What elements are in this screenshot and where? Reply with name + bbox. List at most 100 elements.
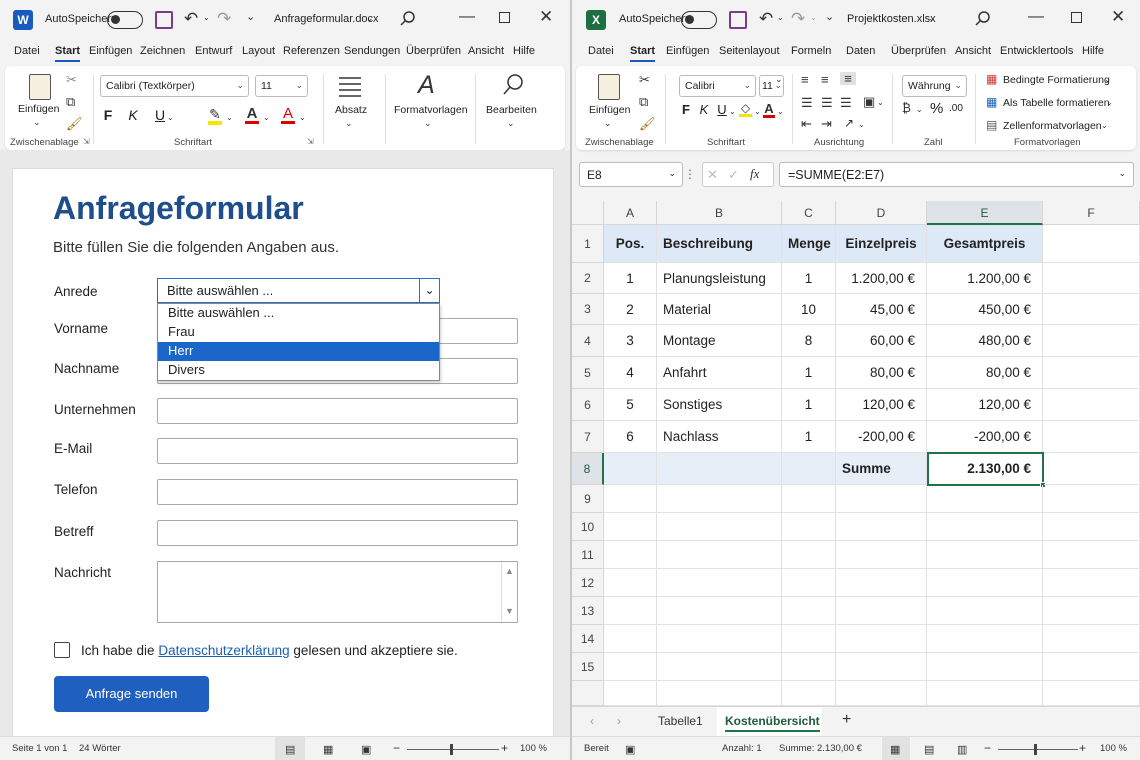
undo-icon[interactable]: ↶	[759, 10, 773, 27]
table-cell[interactable]: 10	[782, 294, 836, 325]
chevron-down-icon[interactable]: ⌄	[1101, 122, 1108, 130]
search-icon[interactable]	[502, 73, 524, 97]
chevron-down-icon[interactable]: ⌄	[1106, 99, 1113, 107]
empty-cell[interactable]	[1043, 569, 1140, 597]
menu-start[interactable]: Start	[630, 45, 656, 62]
word-autosave-toggle[interactable]	[107, 11, 143, 29]
search-icon[interactable]	[400, 11, 416, 27]
fill-color-dropdown-icon[interactable]: ⌄	[754, 108, 761, 116]
header-cell-menge[interactable]: Menge	[782, 225, 836, 263]
nachricht-textarea[interactable]: ▲ ▼	[157, 561, 518, 623]
menu-entwurf[interactable]: Entwurf	[195, 45, 232, 57]
empty-cell[interactable]	[927, 681, 1043, 706]
empty-cell[interactable]	[836, 513, 927, 541]
save-icon[interactable]	[729, 11, 747, 29]
bold-button[interactable]: F	[99, 107, 117, 123]
table-cell[interactable]: 120,00 €	[836, 389, 927, 421]
menu-ueberpruefen[interactable]: Überprüfen	[891, 45, 946, 57]
zoom-in-icon[interactable]: +	[1079, 741, 1086, 755]
align-bottom-icon[interactable]: ≡	[840, 72, 856, 85]
chevron-down-icon[interactable]: ⌄	[668, 168, 676, 179]
table-cell[interactable]: Nachlass	[657, 421, 782, 453]
table-cell[interactable]: 6	[604, 421, 657, 453]
empty-cell[interactable]	[836, 569, 927, 597]
column-header[interactable]: A	[604, 201, 657, 225]
empty-cell[interactable]	[1043, 597, 1140, 625]
header-cell-gesamtpreis[interactable]: Gesamtpreis	[927, 225, 1043, 263]
table-cell[interactable]: 80,00 €	[836, 357, 927, 389]
format-as-table-icon[interactable]: ▦	[986, 96, 997, 108]
empty-cell[interactable]	[657, 569, 782, 597]
conditional-format-icon[interactable]: ▦	[986, 73, 997, 85]
word-zoom-level[interactable]: 100 %	[520, 743, 547, 754]
telefon-field[interactable]	[157, 479, 518, 505]
paste-dropdown-icon[interactable]: ⌄	[33, 118, 41, 127]
page-break-icon[interactable]: ▥	[957, 743, 967, 756]
column-header-selected[interactable]: E	[927, 201, 1043, 225]
table-cell[interactable]: Anfahrt	[657, 357, 782, 389]
betreff-field[interactable]	[157, 520, 518, 546]
align-left-icon[interactable]: ☰	[801, 96, 813, 109]
chevron-down-icon[interactable]: ⌄	[1118, 168, 1126, 179]
cell-styles-button[interactable]: Zellenformatvorlagen	[1003, 120, 1102, 132]
empty-cell[interactable]	[1043, 421, 1140, 453]
sum-row-cell[interactable]	[604, 453, 657, 485]
row-header[interactable]: 3	[572, 294, 604, 325]
bold-button[interactable]: F	[677, 102, 695, 117]
empty-cell[interactable]	[1043, 653, 1140, 681]
word-count[interactable]: 24 Wörter	[79, 743, 121, 754]
close-icon[interactable]: ✕	[539, 8, 553, 25]
confirm-icon[interactable]: ✓	[728, 168, 739, 181]
table-cell[interactable]: 1	[782, 263, 836, 294]
empty-cell[interactable]	[604, 597, 657, 625]
table-cell[interactable]: 1	[782, 357, 836, 389]
table-cell[interactable]: 80,00 €	[927, 357, 1043, 389]
add-sheet-icon[interactable]: +	[842, 711, 851, 729]
paste-label[interactable]: Einfügen	[18, 103, 59, 115]
font-name-combo[interactable]: Calibri (Textkörper) ⌄	[100, 75, 249, 97]
name-box[interactable]: E8 ⌄	[579, 162, 683, 187]
conditional-format-button[interactable]: Bedingte Formatierung	[1003, 74, 1110, 86]
row-header[interactable]: 4	[572, 325, 604, 357]
search-icon[interactable]	[975, 11, 991, 27]
align-top-icon[interactable]: ≡	[801, 73, 809, 86]
header-cell-pos[interactable]: Pos.	[604, 225, 657, 263]
privacy-link[interactable]: Datenschutzerklärung	[158, 643, 289, 658]
empty-cell[interactable]	[782, 541, 836, 569]
empty-cell[interactable]	[782, 485, 836, 513]
zoom-in-icon[interactable]: +	[501, 741, 508, 755]
empty-cell[interactable]	[604, 541, 657, 569]
qat-customize-icon[interactable]: ⌄	[246, 12, 255, 23]
row-header[interactable]: 1	[572, 225, 604, 263]
styles-icon[interactable]: A	[418, 73, 435, 98]
insert-function-icon[interactable]: fx	[750, 167, 759, 180]
table-cell[interactable]: 1	[782, 389, 836, 421]
edit-dropdown-icon[interactable]: ⌄	[507, 119, 515, 128]
font-size-combo[interactable]: 11 ⌄	[255, 75, 308, 97]
table-cell[interactable]: -200,00 €	[836, 421, 927, 453]
empty-cell[interactable]	[927, 541, 1043, 569]
empty-cell[interactable]	[604, 681, 657, 706]
merge-dropdown-icon[interactable]: ⌄	[877, 99, 884, 107]
empty-cell[interactable]	[1043, 541, 1140, 569]
table-cell[interactable]: 480,00 €	[927, 325, 1043, 357]
copy-icon[interactable]: ⧉	[639, 95, 648, 108]
underline-dropdown-icon[interactable]: ⌄	[167, 114, 174, 122]
highlight-dropdown-icon[interactable]: ⌄	[226, 114, 233, 122]
row-header[interactable]: 6	[572, 389, 604, 421]
row-header[interactable]: 7	[572, 421, 604, 453]
more-options-icon[interactable]: ⋮	[684, 168, 696, 180]
table-cell[interactable]: 4	[604, 357, 657, 389]
row-header[interactable]: 2	[572, 263, 604, 294]
empty-cell[interactable]	[657, 485, 782, 513]
accessibility-icon[interactable]: ▣	[625, 743, 635, 756]
empty-cell[interactable]	[927, 597, 1043, 625]
merge-cells-icon[interactable]: ▣	[863, 95, 875, 108]
table-cell[interactable]: 45,00 €	[836, 294, 927, 325]
empty-cell[interactable]	[1043, 513, 1140, 541]
underline-dropdown-icon[interactable]: ⌄	[729, 108, 736, 116]
spreadsheet-grid[interactable]: A B C D E F 1 2 3 4 5 6 7 8 9 10 11 12 1…	[572, 201, 1140, 706]
font-color-icon[interactable]: A	[763, 102, 775, 118]
page-layout-icon[interactable]: ▤	[924, 743, 934, 756]
orientation-icon[interactable]: ↗	[844, 117, 854, 129]
